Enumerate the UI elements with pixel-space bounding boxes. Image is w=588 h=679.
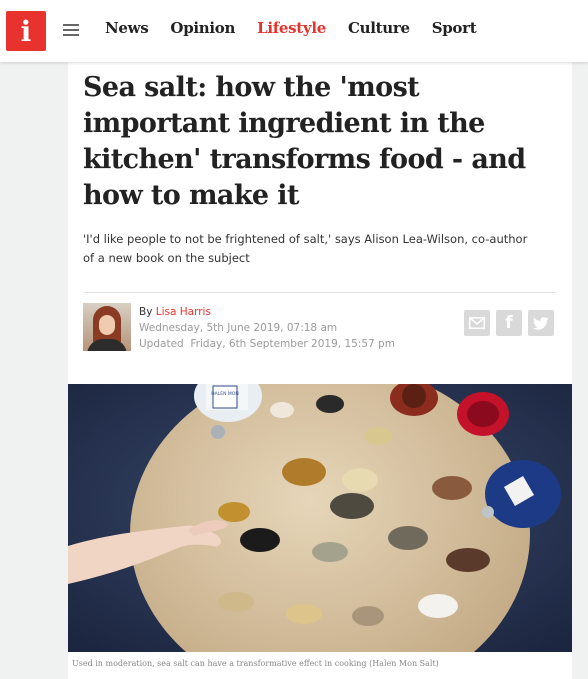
article-photo[interactable]: HALEN MON (68, 384, 572, 652)
jar-label: HALEN MON (211, 391, 238, 397)
nav-item-news[interactable]: News (105, 19, 149, 37)
article-headline: Sea salt: how the 'most important ingred… (83, 72, 526, 211)
nav-item-sport[interactable]: Sport (432, 19, 477, 37)
article-card: Sea salt: how the 'most important ingred… (68, 62, 572, 679)
share-facebook-button[interactable]: f (496, 310, 522, 336)
main-nav: News Opinion Lifestyle Culture Sport (105, 19, 477, 37)
twitter-icon (533, 316, 549, 330)
nav-item-lifestyle[interactable]: Lifestyle (257, 19, 326, 37)
facebook-icon: f (505, 313, 513, 333)
share-twitter-button[interactable] (528, 310, 554, 336)
top-navigation-bar: i News Opinion Lifestyle Culture Sport (0, 0, 588, 62)
nav-item-culture[interactable]: Culture (348, 19, 410, 37)
photo-caption: Used in moderation, sea salt can have a … (72, 659, 439, 668)
updated-label: Updated (139, 338, 184, 350)
article-standfirst: 'I'd like people to not be frightened of… (83, 232, 528, 265)
published-date: Wednesday, 5th June 2019, 07:18 am (139, 322, 338, 334)
nav-item-opinion[interactable]: Opinion (170, 19, 235, 37)
hamburger-menu-icon[interactable] (63, 24, 79, 38)
share-email-button[interactable] (464, 310, 490, 336)
byline: By Lisa Harris Wednesday, 5th June 2019,… (139, 304, 395, 352)
site-logo[interactable]: i (6, 11, 46, 51)
updated-date: Friday, 6th September 2019, 15:57 pm (190, 338, 395, 350)
author-avatar[interactable] (83, 303, 131, 351)
email-icon (469, 317, 485, 329)
author-link[interactable]: Lisa Harris (156, 306, 211, 318)
logo-letter: i (20, 14, 32, 48)
byline-by-label: By (139, 306, 153, 318)
divider (83, 292, 557, 293)
